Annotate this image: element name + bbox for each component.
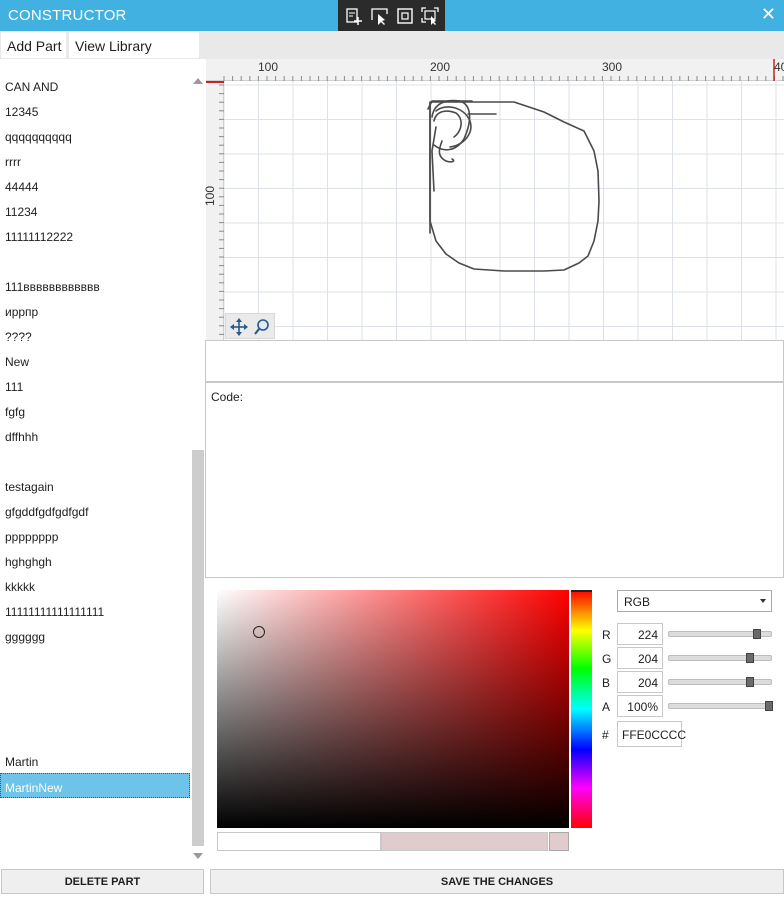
delete-part-button[interactable]: DELETE PART	[1, 869, 204, 894]
track-focused-element-icon[interactable]	[420, 6, 440, 26]
alpha-input[interactable]: 100%	[617, 695, 663, 717]
list-item[interactable]	[0, 673, 190, 698]
list-item[interactable]: 111	[0, 373, 190, 398]
blue-slider[interactable]	[668, 677, 772, 687]
parts-list: CAN AND 12345 qqqqqqqqqq rrrr 44444 11234 1111…	[0, 73, 206, 863]
ruler-label: 100	[203, 185, 218, 207]
list-item[interactable]: иррпр	[0, 298, 190, 323]
green-slider-thumb[interactable]	[745, 653, 754, 663]
list-item[interactable]: 12345	[0, 98, 190, 123]
scroll-down-arrow[interactable]	[193, 853, 203, 859]
list-item[interactable]: pppppppp	[0, 523, 190, 548]
hex-label: #	[602, 728, 609, 742]
blue-input[interactable]: 204	[617, 671, 663, 693]
ruler-label: 100	[258, 60, 279, 74]
tab-view-library[interactable]: View Library	[69, 32, 199, 58]
list-item[interactable]: 11111111111111111	[0, 598, 190, 623]
ruler-label: 200	[430, 60, 451, 74]
chevron-down-icon	[760, 599, 766, 603]
ruler-label: 300	[602, 60, 623, 74]
list-item[interactable]: MartinNew	[0, 773, 190, 798]
list-item[interactable]: 111вввввввввввв	[0, 273, 190, 298]
color-mode-value: RGB	[624, 595, 651, 609]
list-item[interactable]: 11234	[0, 198, 190, 223]
green-input[interactable]: 204	[617, 647, 663, 669]
hue-slider-thumb[interactable]	[571, 590, 592, 592]
color-picker: RGB R 224 G 204 B 204 A 100% # FFE0CCCC	[205, 578, 784, 864]
red-label: R	[602, 628, 611, 642]
saturation-value-area[interactable]	[217, 590, 569, 828]
color-selector-handle[interactable]	[253, 626, 265, 638]
list-item[interactable]: fgfg	[0, 398, 190, 423]
alpha-label: A	[602, 700, 611, 714]
list-item[interactable]: testagain	[0, 473, 190, 498]
alpha-slider[interactable]	[668, 701, 773, 711]
red-slider[interactable]	[668, 629, 772, 639]
list-item[interactable]	[0, 723, 190, 748]
horizontal-ruler: 100 200 300 40	[206, 59, 784, 81]
zoom-icon[interactable]	[252, 317, 272, 337]
tab-add-part[interactable]: Add Part	[1, 32, 66, 58]
red-slider-thumb[interactable]	[753, 629, 762, 639]
list-item[interactable]	[0, 248, 190, 273]
code-textarea[interactable]: Code:	[205, 382, 784, 578]
list-item[interactable]: dffhhh	[0, 423, 190, 448]
vertical-ruler: 100	[203, 81, 224, 340]
list-item[interactable]: ????	[0, 323, 190, 348]
list-item[interactable]: rrrr	[0, 148, 190, 173]
red-input[interactable]: 224	[617, 623, 663, 645]
blue-slider-thumb[interactable]	[745, 677, 754, 687]
scroll-up-arrow[interactable]	[193, 78, 203, 84]
drawing-canvas[interactable]	[224, 81, 784, 340]
window-title: CONSTRUCTOR	[8, 7, 127, 24]
alpha-slider-thumb[interactable]	[765, 701, 773, 711]
ruler-label: 40	[774, 60, 784, 74]
list-item[interactable]	[0, 698, 190, 723]
list-item[interactable]: qqqqqqqqqq	[0, 123, 190, 148]
scrollbar-thumb[interactable]	[192, 450, 204, 846]
list-item[interactable]	[0, 448, 190, 473]
green-label: G	[602, 652, 612, 666]
list-item[interactable]: kkkkk	[0, 573, 190, 598]
current-color-swatch	[381, 832, 548, 851]
list-item[interactable]: New	[0, 348, 190, 373]
green-slider[interactable]	[668, 653, 772, 663]
code-label: Code:	[211, 390, 244, 404]
list-item[interactable]: gggggg	[0, 623, 190, 648]
list-item[interactable]: hghghgh	[0, 548, 190, 573]
ruler-corner-marker	[206, 81, 224, 83]
list-item[interactable]: 11111112222	[0, 223, 190, 248]
save-changes-button[interactable]: SAVE THE CHANGES	[210, 869, 784, 894]
tab-strip: Add Part View Library	[0, 31, 784, 59]
blue-label: B	[602, 676, 611, 690]
list-item[interactable]: 44444	[0, 173, 190, 198]
hex-color-input[interactable]: FFE0CCCC	[617, 721, 686, 747]
list-item[interactable]: Martin	[0, 748, 190, 773]
previous-color-swatch	[217, 832, 381, 851]
select-element-icon[interactable]	[370, 6, 390, 26]
hue-slider[interactable]	[571, 590, 592, 828]
color-preview-square	[549, 832, 569, 851]
list-item[interactable]: CAN AND	[0, 73, 190, 98]
pan-icon[interactable]	[229, 317, 249, 337]
part-name-input[interactable]	[205, 340, 784, 382]
canvas-toolbar	[225, 313, 275, 339]
list-item[interactable]	[0, 648, 190, 673]
close-button[interactable]: ✕	[761, 4, 776, 25]
color-mode-select[interactable]: RGB	[617, 590, 772, 612]
live-visual-tree-icon[interactable]	[344, 6, 364, 26]
list-item[interactable]: gfgddfgdfgdfgdf	[0, 498, 190, 523]
display-layout-adorners-icon[interactable]	[395, 6, 415, 26]
sketch-shape	[427, 99, 600, 272]
